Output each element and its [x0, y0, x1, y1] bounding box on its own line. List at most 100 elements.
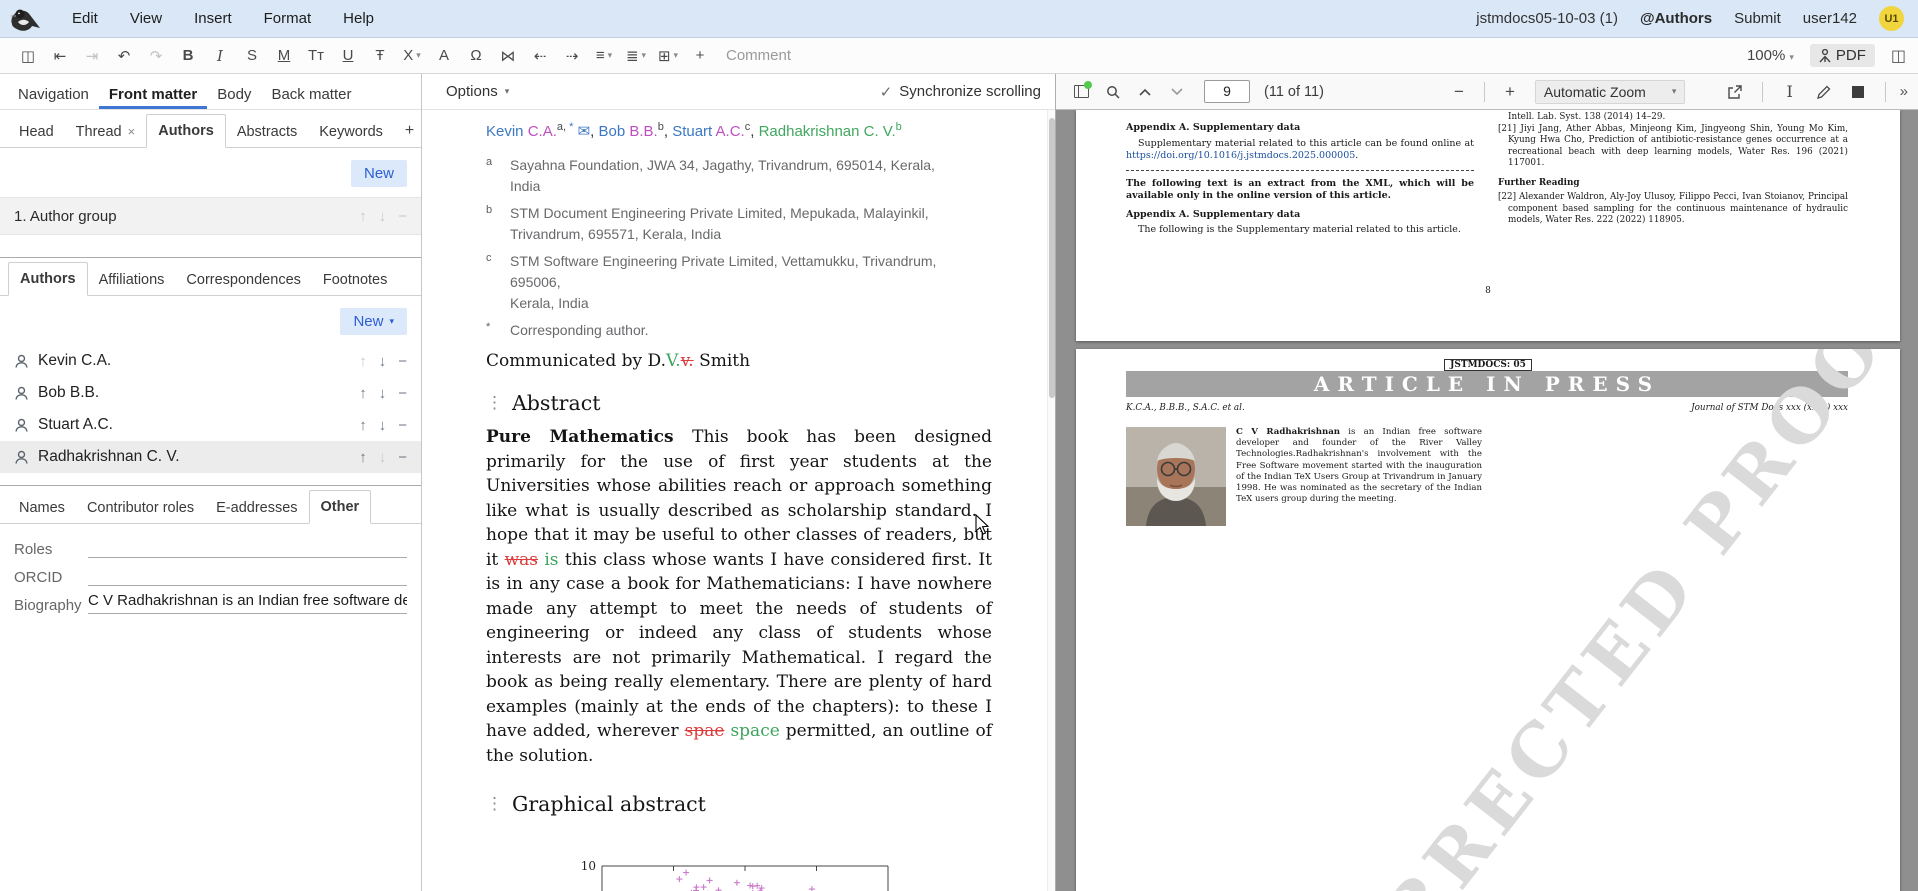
tab-back-matter[interactable]: Back matter — [261, 78, 361, 109]
remove-icon[interactable]: − — [398, 417, 407, 434]
field-input-orcid[interactable] — [88, 564, 407, 586]
editor-scrollbar[interactable] — [1047, 110, 1055, 891]
move-down-icon[interactable]: ↓ — [379, 385, 387, 402]
font-color-icon[interactable]: A — [431, 43, 457, 69]
pdf-viewer[interactable]: Appendix A. Supplementary data Supplemen… — [1056, 110, 1918, 891]
menu-help[interactable]: Help — [327, 10, 390, 27]
bullet-list-icon[interactable]: ≡▾ — [591, 43, 617, 69]
document-author-line[interactable]: Kevin C.A.a, * ✉, Bob B.B.b, Stuart A.C.… — [486, 116, 1047, 143]
pdf-ink-button[interactable] — [1845, 79, 1871, 105]
move-up-icon[interactable]: ↑ — [359, 449, 367, 466]
menu-edit[interactable]: Edit — [56, 10, 114, 27]
strike-over-icon[interactable]: Ŧ — [367, 43, 393, 69]
pdf-search-button[interactable] — [1100, 79, 1126, 105]
author-list-item[interactable]: Kevin C.A.↑↓− — [0, 345, 421, 377]
pdf-preview-button[interactable]: PDF — [1810, 44, 1875, 67]
tab-front-matter[interactable]: Front matter — [99, 78, 207, 109]
layout-columns-icon[interactable]: ◫ — [1891, 46, 1906, 66]
indent-icon[interactable]: ⇢ — [559, 43, 585, 69]
menu-format[interactable]: Format — [248, 10, 328, 27]
tab-footnotes[interactable]: Footnotes — [312, 264, 399, 296]
menu-insert[interactable]: Insert — [178, 10, 248, 27]
remove-icon[interactable]: − — [398, 208, 407, 225]
tab--[interactable]: + — [394, 114, 425, 148]
remove-icon[interactable]: − — [398, 353, 407, 370]
outdent-icon[interactable]: ⇠ — [527, 43, 553, 69]
undo-icon[interactable]: ↶ — [111, 43, 137, 69]
pdf-previous-page-button[interactable] — [1132, 79, 1158, 105]
structure-icon[interactable]: ◫ — [15, 43, 41, 69]
field-input-biography[interactable]: C V Radhakrishnan is an Indian free soft… — [88, 592, 407, 614]
menu-view[interactable]: View — [114, 10, 178, 27]
author-list-item[interactable]: Radhakrishnan C. V.↑↓− — [0, 441, 421, 473]
mention-authors-link[interactable]: @Authors — [1640, 10, 1712, 27]
pdf-zoom-out-button[interactable]: − — [1446, 79, 1472, 105]
special-char-icon[interactable]: Ω — [463, 43, 489, 69]
drag-handle-icon[interactable]: ⋮ — [486, 794, 503, 814]
abstract-paragraph[interactable]: Pure Mathematics This book has been desi… — [486, 425, 992, 768]
move-up-icon[interactable]: ↑ — [359, 208, 367, 225]
go-first-icon[interactable]: ⇤ — [47, 43, 73, 69]
tab-authors[interactable]: Authors — [146, 114, 226, 148]
merge-icon[interactable]: ⋈ — [495, 43, 521, 69]
pdf-sidebar-toggle[interactable] — [1068, 79, 1094, 105]
bold-icon[interactable]: B — [175, 43, 201, 69]
pdf-more-tools-button[interactable]: » — [1900, 83, 1908, 100]
affiliation-list[interactable]: aSayahna Foundation, JWA 34, Jagathy, Tr… — [486, 155, 1047, 341]
comment-button[interactable]: Comment — [726, 47, 791, 64]
move-up-icon[interactable]: ↑ — [359, 353, 367, 370]
options-dropdown[interactable]: Options▾ — [446, 83, 509, 100]
communicated-by-line[interactable]: Communicated by D.V.v. Smith — [486, 351, 1047, 371]
tab-correspondences[interactable]: Correspondences — [175, 264, 311, 296]
submit-button[interactable]: Submit — [1734, 10, 1781, 27]
new-author-button[interactable]: New▾ — [340, 308, 407, 335]
pdf-zoom-select[interactable]: Automatic Zoom▾ — [1535, 80, 1685, 104]
numbered-list-icon[interactable]: ≣▾ — [623, 43, 649, 69]
tab-authors[interactable]: Authors — [8, 262, 88, 296]
tab-names[interactable]: Names — [8, 492, 76, 524]
smallcaps-icon[interactable]: M — [271, 43, 297, 69]
user-avatar[interactable]: U1 — [1879, 6, 1904, 31]
tab-other[interactable]: Other — [309, 490, 372, 524]
new-author-group-button[interactable]: New — [351, 160, 407, 187]
graphical-abstract-figure[interactable]: 1050imaginary part — [566, 852, 1047, 891]
remove-icon[interactable]: − — [398, 449, 407, 466]
author-list-item[interactable]: Bob B.B.↑↓− — [0, 377, 421, 409]
table-icon[interactable]: ⊞▾ — [655, 43, 681, 69]
script-icon[interactable]: X▾ — [399, 43, 425, 69]
document-canvas[interactable]: Kevin C.A.a, * ✉, Bob B.B.b, Stuart A.C.… — [422, 110, 1047, 891]
pdf-page-number-input[interactable]: 9 — [1204, 80, 1250, 103]
tab-affiliations[interactable]: Affiliations — [88, 264, 176, 296]
graphical-abstract-heading[interactable]: ⋮Graphical abstract — [486, 792, 1047, 816]
move-down-icon[interactable]: ↓ — [379, 208, 387, 225]
font-size-icon[interactable]: Tᴛ — [303, 43, 329, 69]
tab-head[interactable]: Head — [8, 116, 65, 148]
tab-body[interactable]: Body — [207, 78, 261, 109]
tab-e-addresses[interactable]: E-addresses — [205, 492, 308, 524]
strikethrough-icon[interactable]: S — [239, 43, 265, 69]
pdf-text-tool[interactable]: I — [1777, 79, 1803, 105]
drag-handle-icon[interactable]: ⋮ — [486, 393, 503, 413]
author-list-item[interactable]: Stuart A.C.↑↓− — [0, 409, 421, 441]
pdf-open-external-button[interactable] — [1722, 79, 1748, 105]
tab-navigation[interactable]: Navigation — [8, 78, 99, 109]
pdf-next-page-button[interactable] — [1164, 79, 1190, 105]
synchronize-scrolling-checkbox[interactable]: ✓Synchronize scrolling — [880, 83, 1045, 101]
author-group-item[interactable]: 1. Author group ↑ ↓ − — [0, 197, 421, 235]
tab-abstracts[interactable]: Abstracts — [226, 116, 308, 148]
move-up-icon[interactable]: ↑ — [359, 385, 367, 402]
italic-icon[interactable]: I — [207, 43, 233, 69]
pdf-zoom-in-button[interactable]: + — [1497, 79, 1523, 105]
field-input-roles[interactable] — [88, 536, 407, 558]
zoom-control[interactable]: 100%▾ — [1747, 47, 1794, 64]
tab-keywords[interactable]: Keywords — [308, 116, 394, 148]
doi-link[interactable]: https://doi.org/10.1016/j.jstmdocs.2025.… — [1126, 150, 1355, 161]
pdf-annotate-button[interactable] — [1811, 79, 1837, 105]
move-icon[interactable]: + — [687, 43, 713, 69]
move-down-icon[interactable]: ↓ — [379, 353, 387, 370]
remove-icon[interactable]: − — [398, 385, 407, 402]
tab-contributor-roles[interactable]: Contributor roles — [76, 492, 205, 524]
move-down-icon[interactable]: ↓ — [379, 449, 387, 466]
abstract-heading[interactable]: ⋮Abstract — [486, 391, 1047, 415]
move-up-icon[interactable]: ↑ — [359, 417, 367, 434]
